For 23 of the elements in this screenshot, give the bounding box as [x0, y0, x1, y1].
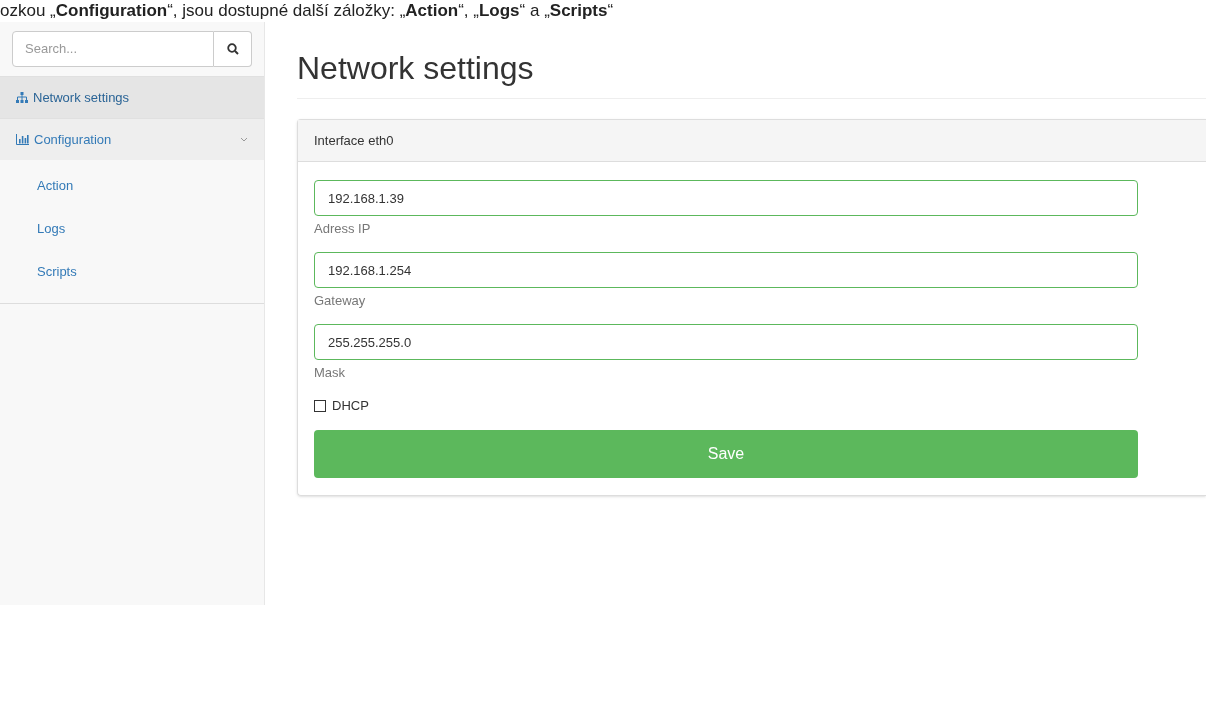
sidebar-subitem[interactable]: Scripts — [0, 250, 264, 293]
search-field[interactable]: Search... — [12, 31, 214, 67]
search-button[interactable] — [214, 31, 252, 67]
sidebar-item[interactable]: Configuration — [0, 118, 264, 160]
checkbox[interactable] — [314, 400, 326, 412]
field-label: Gateway — [314, 293, 367, 308]
caption-text: ozkou „Configuration“, jsou dostupné další záložky: „Action“, „Logs“ a „Scripts“ — [0, 0, 615, 22]
sidebar-subitem[interactable]: Logs — [0, 207, 264, 250]
field-label: Mask — [314, 365, 347, 380]
text-field[interactable]: 192.168.1.254 — [314, 252, 1138, 288]
network-icon — [16, 92, 28, 103]
bar-chart-icon — [16, 134, 29, 145]
checkbox-label: DHCP — [332, 397, 369, 416]
sidebar-subitem[interactable]: Action — [0, 164, 264, 207]
panel-title: Interface eth0 — [314, 131, 394, 150]
sidebar-item[interactable]: Network settings — [0, 76, 264, 118]
field-label: Adress IP — [314, 221, 372, 236]
search-icon — [226, 43, 239, 55]
save-button[interactable]: Save — [314, 430, 1138, 478]
text-field[interactable]: 255.255.255.0 — [314, 324, 1138, 360]
text-field[interactable]: 192.168.1.39 — [314, 180, 1138, 216]
page-title: Network settings — [297, 48, 1206, 99]
chevron-icon — [240, 137, 248, 142]
